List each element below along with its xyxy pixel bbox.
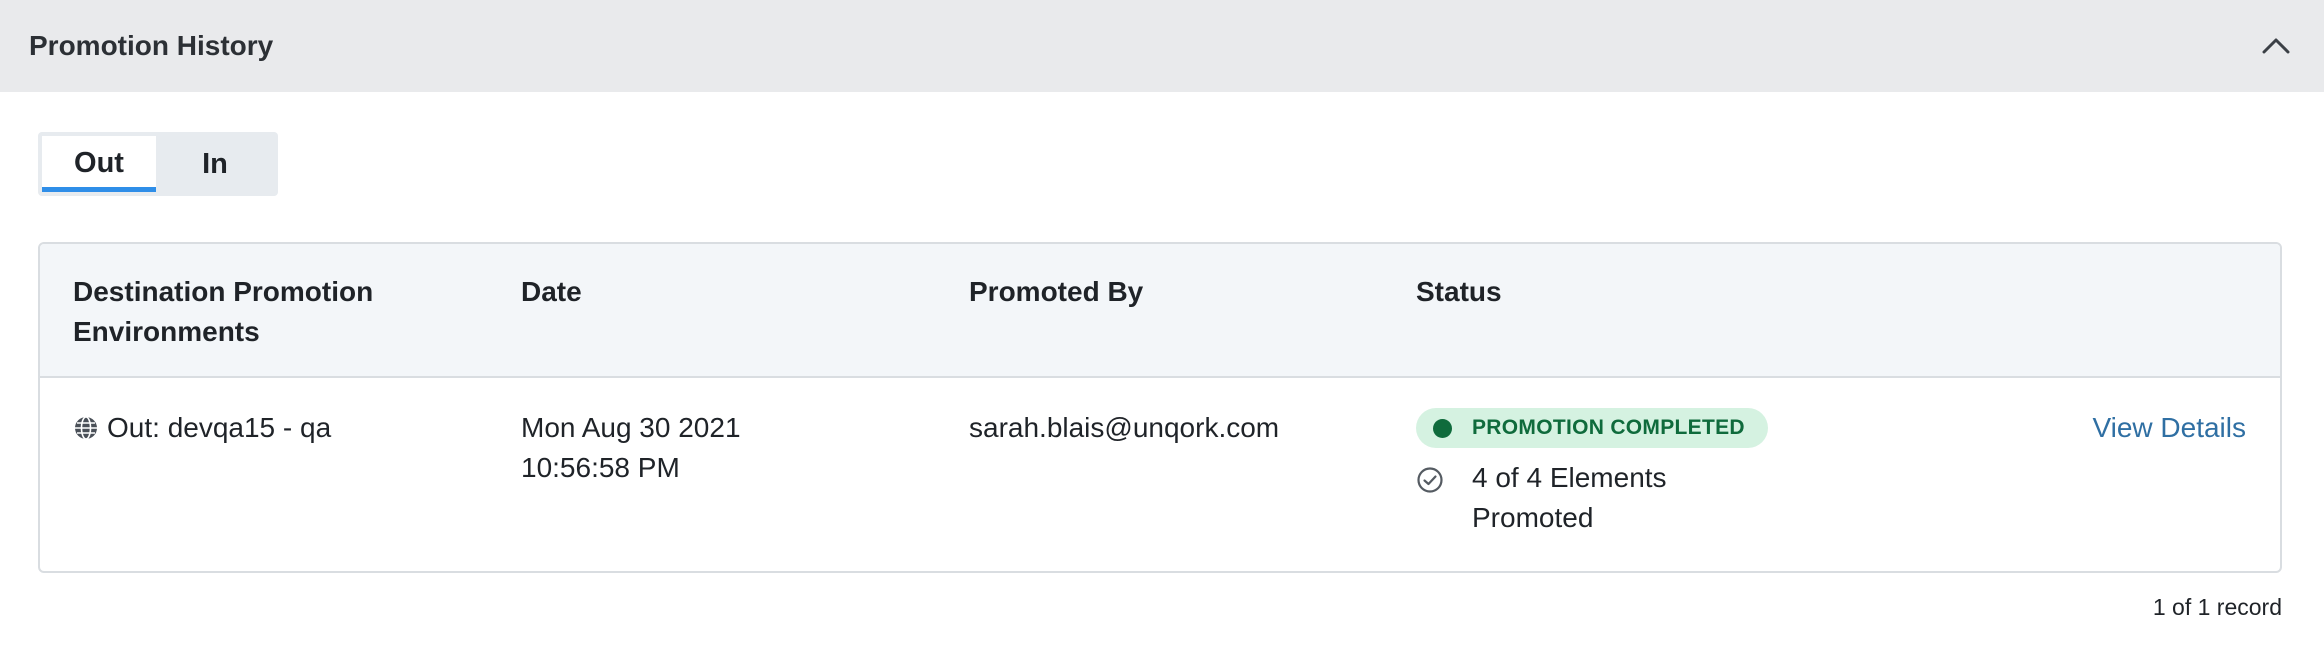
date-line1: Mon Aug 30 2021 <box>521 412 741 443</box>
check-circle-icon <box>1417 467 1443 493</box>
globe-icon <box>73 415 99 441</box>
status-badge-text: PROMOTION COMPLETED <box>1472 416 1745 439</box>
date-cell: Mon Aug 30 2021 10:56:58 PM <box>521 408 741 488</box>
column-status: Status <box>1416 276 1502 307</box>
promoted-by-cell: sarah.blais@unqork.com <box>969 412 1280 443</box>
column-date: Date <box>521 276 582 307</box>
record-count: 1 of 1 record <box>2152 594 2282 620</box>
environment-text: Out: devqa15 - qa <box>107 412 332 443</box>
panel-title: Promotion History <box>29 30 274 61</box>
direction-tabs: Out In <box>38 132 278 196</box>
table-header: Destination Promotion Environments Date … <box>40 244 2280 378</box>
chevron-up-icon <box>2262 38 2290 54</box>
tab-in[interactable]: In <box>156 136 274 192</box>
column-destination: Destination Promotion Environments <box>73 272 373 352</box>
collapse-button[interactable] <box>2256 26 2296 66</box>
tab-out[interactable]: Out <box>42 136 156 192</box>
column-destination-line1: Destination Promotion <box>73 276 374 307</box>
column-promoted-by: Promoted By <box>969 276 1144 307</box>
status-badge: PROMOTION COMPLETED <box>1416 408 1768 448</box>
status-dot-icon <box>1433 418 1452 438</box>
column-destination-line2: Environments <box>73 316 260 347</box>
environment-cell: Out: devqa15 - qa <box>73 408 331 448</box>
promotion-table: Destination Promotion Environments Date … <box>38 242 2282 573</box>
elements-promoted-text: 4 of 4 Elements Promoted <box>1472 458 1732 538</box>
elements-line1: 4 of 4 Elements <box>1472 462 1667 493</box>
elements-line2: Promoted <box>1472 502 1594 533</box>
panel-header: Promotion History <box>0 0 2324 92</box>
date-line2: 10:56:58 PM <box>521 452 680 483</box>
view-details-link[interactable]: View Details <box>2092 408 2246 448</box>
